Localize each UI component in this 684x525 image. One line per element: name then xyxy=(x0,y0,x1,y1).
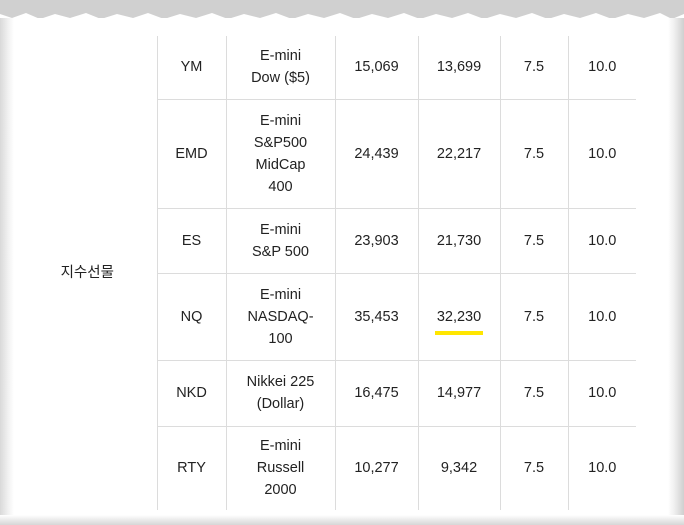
value-cell: 35,453 xyxy=(335,273,419,361)
value-cell: 21,730 xyxy=(418,208,501,274)
highlighted-value: 32,230 xyxy=(434,306,484,335)
contract-name-line: 100 xyxy=(268,330,293,347)
paper-bottom-edge xyxy=(0,515,684,525)
contract-name-line: S&P 500 xyxy=(252,243,309,260)
contract-name-line: 400 xyxy=(268,178,293,195)
value-text: 7.5 xyxy=(523,145,545,162)
contract-code: NQ xyxy=(180,308,203,325)
value-cell: 13,699 xyxy=(418,36,501,100)
value-cell: 22,217 xyxy=(418,99,501,209)
value-text: 10.0 xyxy=(588,460,617,477)
group-label-cell: 지수선물 xyxy=(18,36,158,510)
name-cell: E-mini Russell 2000 xyxy=(226,426,336,510)
value-cell: 10.0 xyxy=(568,36,636,100)
value-text: 7.5 xyxy=(523,385,545,401)
value-text: 21,730 xyxy=(436,232,482,249)
contract-name-line: E-mini xyxy=(259,48,302,65)
paper-left-edge xyxy=(0,18,14,518)
code-cell: ES xyxy=(157,208,227,274)
value-text: 10,277 xyxy=(354,460,399,477)
contract-name-line: Nikkei 225 xyxy=(246,374,315,390)
name-cell: E-mini Dow ($5) xyxy=(226,36,336,100)
name-cell: E-mini NASDAQ- 100 xyxy=(226,273,336,361)
code-cell: NKD xyxy=(157,360,227,427)
value-text: 7.5 xyxy=(523,460,545,477)
table-row: 지수선물 YM E-mini Dow ($5) 15,069 13,699 7.… xyxy=(18,36,636,510)
contract-code: RTY xyxy=(177,460,206,477)
value-cell: 7.5 xyxy=(500,360,569,427)
contract-name-line: NASDAQ- xyxy=(247,308,314,325)
value-cell: 10.0 xyxy=(568,273,636,361)
value-text: 7.5 xyxy=(523,308,545,325)
code-cell: NQ xyxy=(157,273,227,361)
value-text: 10.0 xyxy=(588,145,617,162)
value-cell: 10.0 xyxy=(568,426,636,510)
value-text: 7.5 xyxy=(523,232,545,249)
code-cell: RTY xyxy=(157,426,227,510)
value-cell: 10,277 xyxy=(335,426,419,510)
value-cell: 7.5 xyxy=(500,426,569,510)
value-cell: 23,903 xyxy=(335,208,419,274)
name-cell: Nikkei 225 (Dollar) xyxy=(226,360,336,427)
name-cell: E-mini S&P500 MidCap 400 xyxy=(226,99,336,209)
value-cell: 32,230 xyxy=(418,273,501,361)
value-cell: 10.0 xyxy=(568,208,636,274)
contract-name-line: E-mini xyxy=(259,438,302,455)
value-text: 10.0 xyxy=(588,59,617,76)
value-text: 22,217 xyxy=(436,145,482,162)
contract-name-line: Russell xyxy=(256,460,305,477)
value-text: 10.0 xyxy=(588,308,617,325)
value-cell: 10.0 xyxy=(568,360,636,427)
torn-paper-top-edge xyxy=(0,0,684,36)
value-text: 7.5 xyxy=(523,59,545,76)
value-text: 10.0 xyxy=(588,232,617,249)
contract-code: ES xyxy=(181,232,202,249)
contract-name-line: E-mini xyxy=(259,221,302,238)
contract-name-line: E-mini xyxy=(259,286,302,303)
contract-name-line: Dow ($5) xyxy=(251,70,310,87)
value-text: 13,699 xyxy=(436,59,482,76)
value-text: 14,977 xyxy=(436,385,482,401)
value-text: 16,475 xyxy=(354,385,399,401)
group-label: 지수선물 xyxy=(60,265,114,281)
contract-name-line: S&P500 xyxy=(253,134,308,151)
code-cell: EMD xyxy=(157,99,227,209)
value-cell: 16,475 xyxy=(335,360,419,427)
value-text: 24,439 xyxy=(354,145,399,162)
index-futures-table: 지수선물 YM E-mini Dow ($5) 15,069 13,699 7.… xyxy=(18,36,636,510)
contract-code: YM xyxy=(180,59,203,76)
contract-code: EMD xyxy=(175,145,208,162)
value-text: 23,903 xyxy=(354,232,399,249)
value-cell: 7.5 xyxy=(500,36,569,100)
value-text: 9,342 xyxy=(440,460,478,477)
contract-name-line: E-mini xyxy=(259,112,302,129)
contract-name-line: 2000 xyxy=(264,482,297,499)
code-cell: YM xyxy=(157,36,227,100)
contract-name-line: (Dollar) xyxy=(256,396,305,412)
value-cell: 7.5 xyxy=(500,208,569,274)
value-text: 10.0 xyxy=(588,385,617,401)
paper-right-edge xyxy=(668,18,684,518)
value-cell: 7.5 xyxy=(500,273,569,361)
value-cell: 24,439 xyxy=(335,99,419,209)
value-text: 15,069 xyxy=(354,59,399,76)
contract-name-line: MidCap xyxy=(255,156,306,173)
value-cell: 14,977 xyxy=(418,360,501,427)
value-cell: 15,069 xyxy=(335,36,419,100)
value-text: 35,453 xyxy=(354,308,399,325)
value-cell: 7.5 xyxy=(500,99,569,209)
name-cell: E-mini S&P 500 xyxy=(226,208,336,274)
contract-code: NKD xyxy=(176,385,207,401)
value-cell: 10.0 xyxy=(568,99,636,209)
value-cell: 9,342 xyxy=(418,426,501,510)
